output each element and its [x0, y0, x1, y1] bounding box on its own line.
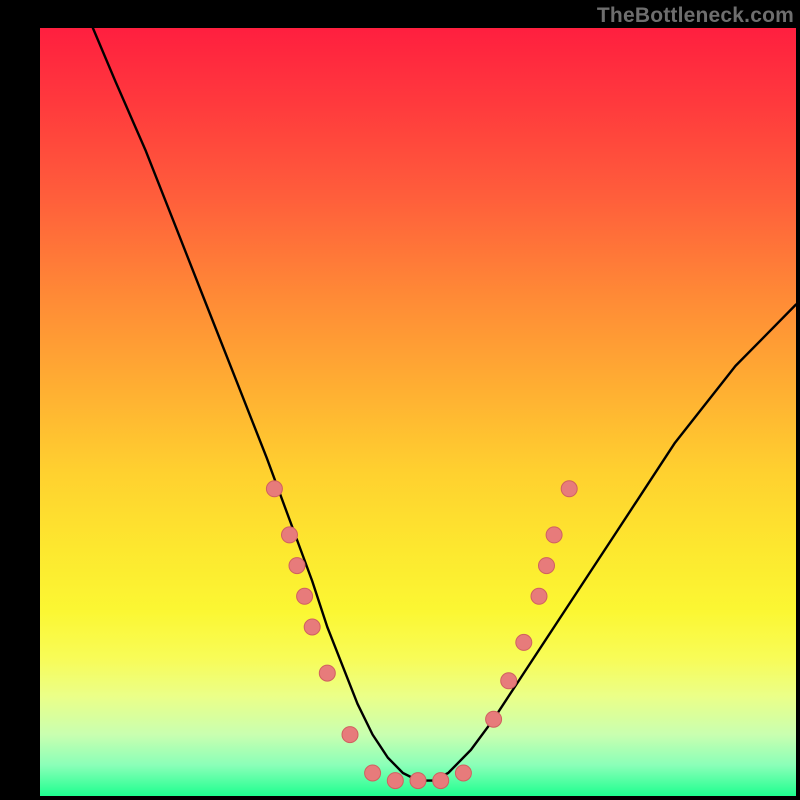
curve-marker: [433, 773, 449, 789]
chart-frame: TheBottleneck.com: [0, 0, 800, 800]
watermark-text: TheBottleneck.com: [597, 4, 794, 28]
curve-marker: [486, 711, 502, 727]
curve-marker: [304, 619, 320, 635]
curve-marker: [516, 634, 532, 650]
curve-path: [93, 28, 796, 781]
curve-marker: [282, 527, 298, 543]
curve-marker: [289, 558, 305, 574]
curve-marker: [455, 765, 471, 781]
curve-marker: [546, 527, 562, 543]
curve-marker: [531, 588, 547, 604]
curve-marker: [561, 481, 577, 497]
curve-marker: [319, 665, 335, 681]
curve-marker: [539, 558, 555, 574]
curve-marker: [365, 765, 381, 781]
curve-marker: [297, 588, 313, 604]
curve-markers: [266, 481, 577, 789]
chart-svg: [40, 28, 796, 796]
curve-line: [93, 28, 796, 781]
curve-marker: [266, 481, 282, 497]
curve-marker: [410, 773, 426, 789]
curve-marker: [501, 673, 517, 689]
chart-plot-area: [40, 28, 796, 796]
curve-marker: [387, 773, 403, 789]
curve-marker: [342, 727, 358, 743]
